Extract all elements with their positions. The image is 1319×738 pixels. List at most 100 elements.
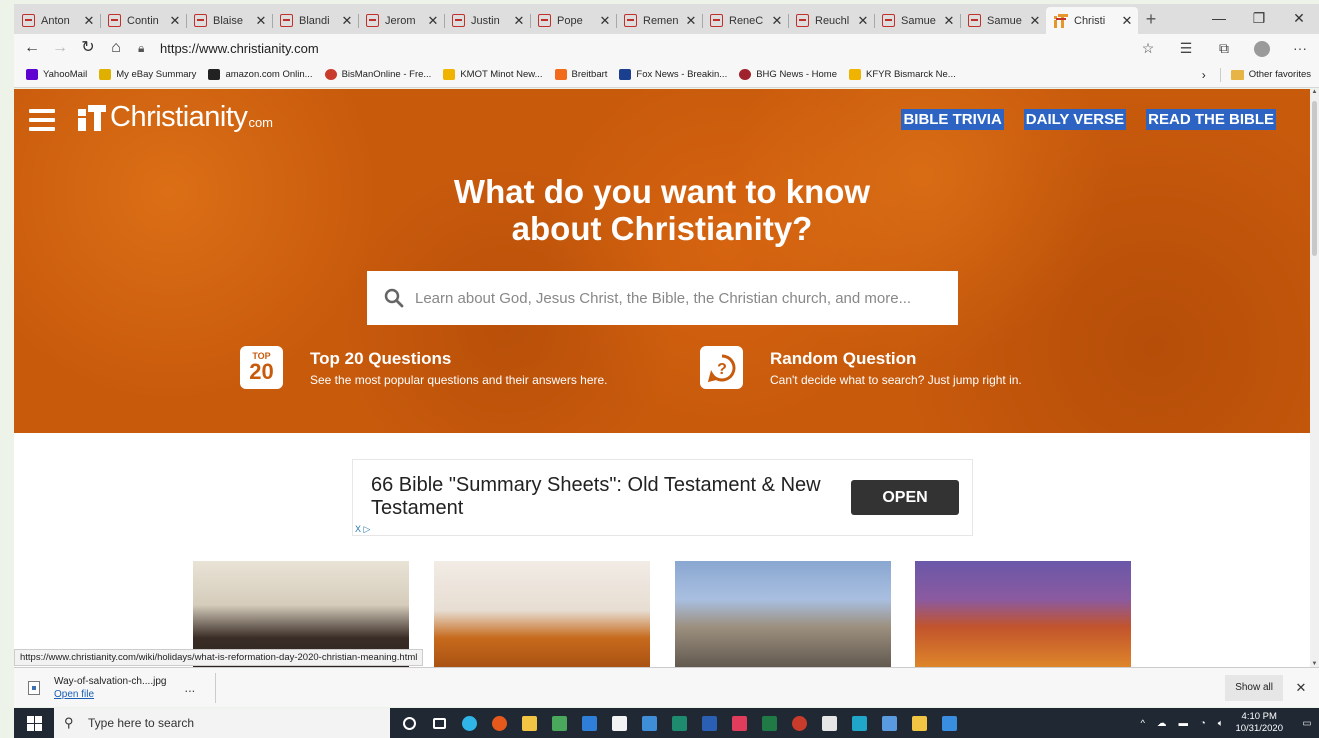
browser-tab[interactable]: Anton ✕ — [14, 7, 100, 34]
battery-icon[interactable]: ▬ — [1179, 718, 1189, 729]
nav-read-the-bible[interactable]: READ THE BIBLE — [1146, 109, 1276, 130]
onedrive-icon[interactable]: ☁ — [1157, 718, 1167, 729]
browser-tab[interactable]: Samue ✕ — [874, 7, 960, 34]
app-icon[interactable] — [634, 708, 664, 738]
browser-tab[interactable]: Reuchl ✕ — [788, 7, 874, 34]
close-icon[interactable]: ✕ — [168, 13, 182, 29]
task-view-icon[interactable] — [424, 708, 454, 738]
favorite-item[interactable]: KMOT Minot New... — [443, 69, 543, 80]
file-explorer-icon[interactable] — [514, 708, 544, 738]
chevron-right-icon[interactable]: › — [1202, 68, 1206, 82]
volume-icon[interactable]: 🔈︎ — [1218, 718, 1224, 729]
browser-tab[interactable]: Contin ✕ — [100, 7, 186, 34]
more-menu-icon[interactable]: ··· — [1281, 40, 1319, 56]
app-icon[interactable] — [724, 708, 754, 738]
other-favorites[interactable]: Other favorites — [1230, 69, 1311, 80]
close-icon[interactable]: ✕ — [426, 13, 440, 29]
edge-icon[interactable] — [454, 708, 484, 738]
collections-icon[interactable]: ⧉ — [1205, 40, 1243, 57]
favorites-list-icon[interactable]: ☰ — [1167, 40, 1205, 57]
app-icon[interactable] — [934, 708, 964, 738]
nav-daily-verse[interactable]: DAILY VERSE — [1023, 109, 1127, 130]
new-tab-button[interactable]: + — [1138, 7, 1164, 34]
favorite-item[interactable]: Fox News - Breakin... — [619, 69, 727, 80]
close-icon[interactable]: ✕ — [942, 13, 956, 29]
notification-icon[interactable]: ▭ — [1295, 718, 1319, 729]
ad-banner[interactable]: 66 Bible "Summary Sheets": Old Testament… — [352, 459, 973, 536]
close-icon[interactable]: ✕ — [340, 13, 354, 29]
scroll-up-icon[interactable]: ▲ — [1310, 89, 1319, 95]
favorite-item[interactable]: Breitbart — [554, 69, 607, 80]
favorite-item[interactable]: BHG News - Home — [739, 69, 837, 80]
close-icon[interactable]: ✕ — [1283, 680, 1319, 696]
favorite-item[interactable]: KFYR Bismarck Ne... — [848, 69, 956, 80]
cortana-icon[interactable] — [394, 708, 424, 738]
close-icon[interactable]: ✕ — [1120, 13, 1134, 29]
favorite-star-icon[interactable]: ☆ — [1129, 40, 1167, 57]
ad-open-button[interactable]: OPEN — [851, 480, 959, 515]
favorite-item[interactable]: My eBay Summary — [99, 69, 196, 80]
open-file-link[interactable]: Open file — [54, 689, 166, 700]
windows-start-icon[interactable] — [14, 708, 54, 738]
close-window-icon[interactable]: ✕ — [1279, 4, 1319, 34]
profile-avatar[interactable] — [1243, 39, 1281, 57]
url-field[interactable]: 🔒︎ https://www.christianity.com — [138, 35, 1129, 61]
close-icon[interactable]: ✕ — [684, 13, 698, 29]
taskbar-search[interactable]: ⚲ Type here to search — [54, 708, 390, 738]
search-icon[interactable] — [383, 287, 405, 309]
random-question-promo[interactable]: ? Random Question Can't decide what to s… — [700, 346, 1022, 389]
browser-tab[interactable]: Jerom ✕ — [358, 7, 444, 34]
show-all-button[interactable]: Show all — [1225, 674, 1283, 701]
excel-icon[interactable] — [754, 708, 784, 738]
back-icon[interactable]: ← — [18, 35, 46, 61]
download-more-icon[interactable]: ... — [184, 680, 195, 695]
app-icon[interactable] — [544, 708, 574, 738]
favorite-item[interactable]: amazon.com Onlin... — [208, 69, 313, 80]
app-icon[interactable] — [874, 708, 904, 738]
download-item[interactable]: Way-of-salvation-ch....jpg Open file — [54, 676, 166, 700]
photos-icon[interactable] — [814, 708, 844, 738]
scroll-thumb[interactable] — [1312, 101, 1317, 256]
word-icon[interactable] — [694, 708, 724, 738]
browser-tab[interactable]: Blaise ✕ — [186, 7, 272, 34]
site-logo[interactable]: Christianity com — [78, 101, 273, 134]
close-icon[interactable]: ✕ — [254, 13, 268, 29]
browser-tab[interactable]: Justin ✕ — [444, 7, 530, 34]
app-icon[interactable] — [904, 708, 934, 738]
app-icon[interactable] — [844, 708, 874, 738]
clock[interactable]: 4:10 PM 10/31/2020 — [1235, 711, 1283, 735]
refresh-icon[interactable]: ↻ — [74, 35, 102, 61]
top20-promo[interactable]: TOP 20 Top 20 Questions See the most pop… — [240, 346, 608, 389]
ad-choices-icon[interactable]: X ▷ — [353, 524, 372, 535]
nav-bible-trivia[interactable]: BIBLE TRIVIA — [901, 109, 1004, 130]
minimize-icon[interactable]: — — [1199, 4, 1239, 34]
browser-tab-active[interactable]: Christi ✕ — [1046, 7, 1138, 34]
browser-tab[interactable]: Blandi ✕ — [272, 7, 358, 34]
browser-tab[interactable]: ReneC ✕ — [702, 7, 788, 34]
close-icon[interactable]: ✕ — [770, 13, 784, 29]
browser-tab[interactable]: Remen ✕ — [616, 7, 702, 34]
app-icon[interactable] — [784, 708, 814, 738]
chevron-up-icon[interactable]: ^ — [1141, 718, 1145, 729]
app-icon[interactable] — [484, 708, 514, 738]
close-icon[interactable]: ✕ — [856, 13, 870, 29]
restore-icon[interactable]: ❐ — [1239, 4, 1279, 34]
article-thumbnail-candles[interactable] — [915, 561, 1131, 667]
article-thumbnail-luther-statue[interactable] — [675, 561, 891, 667]
publisher-icon[interactable] — [664, 708, 694, 738]
search-input[interactable] — [415, 289, 958, 307]
browser-tab[interactable]: Pope ✕ — [530, 7, 616, 34]
favorite-item[interactable]: BisManOnline - Fre... — [324, 69, 431, 80]
wifi-icon[interactable]: ◔ — [1200, 718, 1206, 729]
close-icon[interactable]: ✕ — [598, 13, 612, 29]
scrollbar[interactable]: ▲ ▼ — [1310, 89, 1319, 667]
mail-icon[interactable] — [574, 708, 604, 738]
home-icon[interactable]: ⌂ — [102, 35, 130, 61]
close-icon[interactable]: ✕ — [1028, 13, 1042, 29]
store-icon[interactable] — [604, 708, 634, 738]
hamburger-menu-icon[interactable] — [29, 109, 55, 131]
favorite-item[interactable]: YahooMail — [26, 69, 87, 80]
close-icon[interactable]: ✕ — [82, 13, 96, 29]
forward-icon[interactable]: → — [46, 35, 74, 61]
browser-tab[interactable]: Samue ✕ — [960, 7, 1046, 34]
